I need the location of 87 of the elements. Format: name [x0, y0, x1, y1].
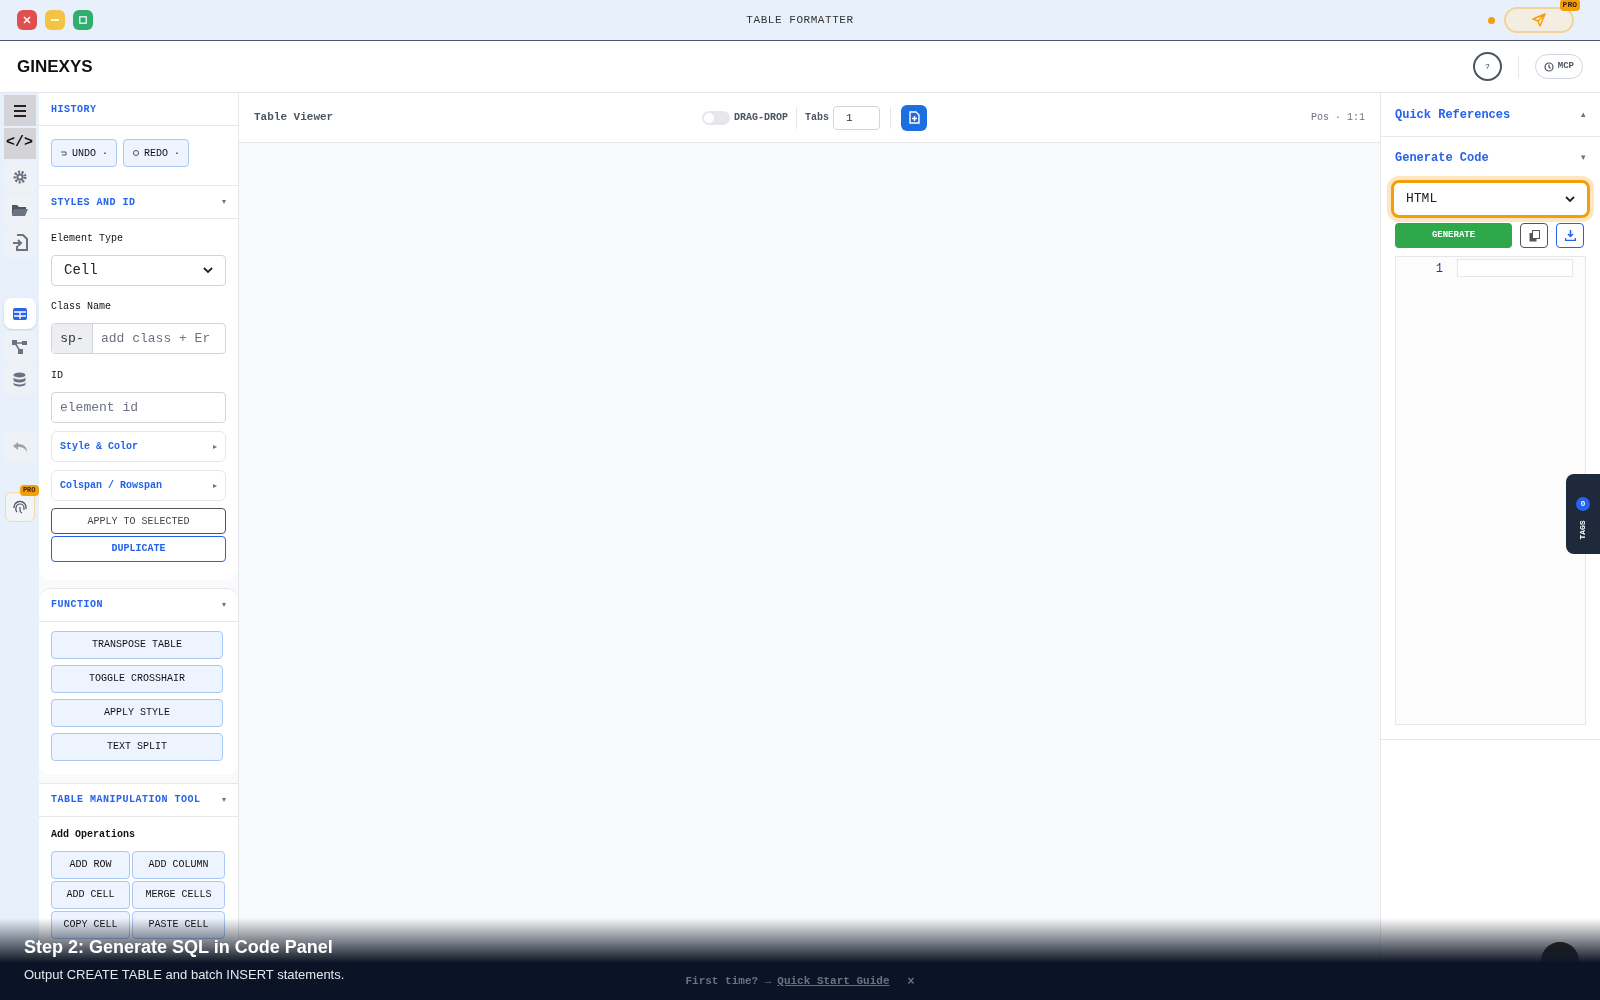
table-icon — [12, 307, 27, 320]
field-label: Class Name — [51, 300, 112, 314]
expand-caret: ▾ — [1581, 151, 1586, 165]
file-plus-icon — [908, 111, 920, 124]
expand-caret: ▸ — [213, 479, 217, 492]
operation-button[interactable]: PASTE CELL — [132, 910, 225, 939]
collapse-caret[interactable]: ▾ — [222, 196, 226, 208]
tags-label: TAGS — [1577, 520, 1588, 540]
pro-badge: PRO — [1559, 0, 1580, 11]
field-label: ID — [51, 369, 64, 383]
brand-name: GINEXYS — [17, 55, 93, 78]
close-button[interactable] — [17, 10, 37, 30]
collapse-caret: ▴ — [1581, 107, 1586, 121]
section-title: TABLE MANIPULATION TOOL — [51, 793, 201, 807]
operation-button[interactable]: ADD COLUMN — [132, 850, 225, 879]
tags-count: 0 — [1576, 497, 1590, 511]
minimize-icon — [51, 19, 59, 21]
redo-button[interactable]: REDO · — [123, 139, 190, 167]
function-button[interactable]: TOGGLE CROSSHAIR — [51, 664, 223, 693]
download-icon — [1564, 230, 1576, 241]
caption-subtitle: Output CREATE TABLE and batch INSERT statements. — [24, 966, 345, 984]
database-icon — [13, 372, 26, 387]
quick-start-link[interactable]: Quick Start Guide — [777, 972, 890, 990]
panel-title: Table Viewer — [254, 110, 335, 126]
clock-icon — [1543, 61, 1554, 72]
collapsible-header[interactable]: Style & Color ▸ — [51, 431, 226, 462]
help-button[interactable]: ? — [1472, 52, 1502, 81]
undo-button[interactable]: UNDO · — [51, 139, 117, 167]
function-button[interactable]: TRANSPOSE TABLE — [51, 630, 223, 659]
operation-button[interactable]: COPY CELL — [51, 910, 130, 939]
window-title: TABLE FORMATTER — [746, 12, 854, 28]
maximize-button[interactable] — [73, 10, 93, 30]
new-file-button[interactable] — [901, 104, 928, 131]
accordion-header[interactable]: Generate Code ▾ — [1381, 137, 1600, 179]
sidebar-tab[interactable] — [3, 194, 36, 225]
copy-button[interactable] — [1520, 223, 1548, 248]
graph-icon — [12, 339, 27, 354]
field-label: Tabs — [805, 111, 830, 125]
line-number: 1 — [1434, 261, 1444, 278]
fingerprint-icon — [11, 499, 28, 515]
download-button[interactable] — [1556, 223, 1584, 248]
expand-caret: ▸ — [213, 440, 217, 453]
field-label: Element Type — [51, 232, 124, 246]
class-name-field[interactable]: sp- add class + Er — [51, 323, 226, 354]
import-icon — [11, 234, 28, 251]
operation-button[interactable]: ADD ROW — [51, 850, 130, 879]
tabs-count-field[interactable]: 1 — [833, 105, 881, 130]
collapsible-label: Colspan / Rowspan — [60, 479, 163, 493]
footer-prompt: First time? → — [685, 973, 772, 989]
collapsible-label: Style & Color — [60, 440, 138, 454]
toggle-label: DRAG-DROP — [734, 111, 788, 125]
accordion-header[interactable]: Quick References ▴ — [1381, 93, 1600, 137]
tags-tab[interactable]: 0 TAGS — [1566, 474, 1600, 554]
chevron-icon — [203, 267, 213, 274]
copy-icon — [1528, 229, 1540, 242]
folder-icon — [11, 202, 28, 217]
apply-to-selected-button[interactable]: APPLY TO SELECTED — [51, 508, 226, 534]
function-button[interactable]: TEXT SPLIT — [51, 732, 223, 761]
duplicate-button[interactable]: DUPLICATE — [51, 535, 226, 562]
undo-icon — [60, 149, 68, 157]
drag-drop-toggle[interactable] — [702, 110, 730, 125]
collapsible-header[interactable]: Colspan / Rowspan ▸ — [51, 470, 226, 501]
collapse-caret[interactable]: ▾ — [222, 793, 226, 806]
operation-button[interactable]: ADD CELL — [51, 880, 130, 909]
undo-icon — [11, 440, 28, 453]
chevron-icon — [1565, 195, 1575, 203]
element-type-select[interactable]: Cell — [51, 255, 226, 286]
class-name-input[interactable]: add class + Er — [93, 324, 223, 353]
collapse-caret[interactable]: ▾ — [222, 598, 226, 611]
section-title: HISTORY — [51, 102, 97, 117]
redo-icon — [132, 149, 140, 157]
subheading: Add Operations — [51, 827, 136, 842]
gear-icon — [11, 168, 28, 185]
sidebar-tab[interactable] — [3, 95, 36, 126]
function-button[interactable]: APPLY STYLE — [51, 698, 223, 727]
dismiss-icon[interactable]: × — [907, 972, 915, 990]
section-title: FUNCTION — [51, 598, 103, 612]
caption-title: Step 2: Generate SQL in Code Panel — [24, 936, 334, 959]
class-prefix: sp- — [52, 324, 93, 353]
section-title: STYLES AND ID — [51, 195, 136, 210]
operation-button[interactable]: MERGE CELLS — [132, 880, 225, 909]
maximize-icon — [79, 16, 87, 24]
menu-icon — [12, 104, 27, 117]
element-id-field[interactable]: element id — [51, 392, 226, 423]
close-icon — [23, 16, 31, 24]
send-icon — [1532, 13, 1546, 27]
cursor-position: Pos · 1:1 — [1311, 111, 1365, 125]
